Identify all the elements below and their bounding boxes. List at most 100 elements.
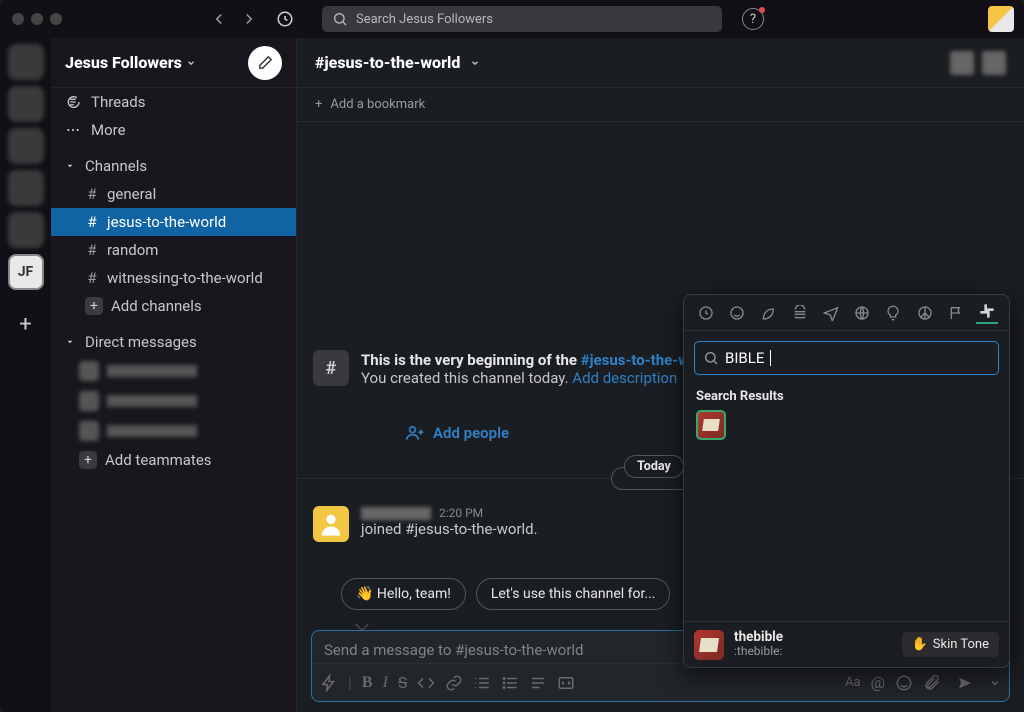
more-icon: [65, 122, 81, 138]
workspace-switch-5[interactable]: [8, 212, 44, 248]
codeblock-icon[interactable]: [557, 674, 575, 692]
caret-down-icon: [65, 161, 75, 171]
suggestion-hello[interactable]: 👋 Hello, team!: [341, 578, 466, 610]
channel-label: general: [107, 185, 156, 203]
dm-item[interactable]: [51, 416, 296, 446]
titlebar: Search Jesus Followers ?: [0, 0, 1024, 38]
add-channels[interactable]: + Add channels: [51, 292, 296, 320]
workspace-switch-3[interactable]: [8, 128, 44, 164]
user-avatar[interactable]: [988, 6, 1014, 32]
username[interactable]: [361, 507, 431, 520]
threads-link[interactable]: Threads: [51, 88, 296, 116]
chevron-down-icon[interactable]: [470, 58, 480, 68]
emoji-tab-recent[interactable]: [695, 302, 717, 324]
link-icon[interactable]: [445, 674, 463, 692]
plus-icon: +: [85, 297, 103, 315]
member-avatar[interactable]: [950, 51, 974, 75]
dm-avatar: [79, 391, 99, 411]
suggestion-purpose[interactable]: Let's use this channel for...: [476, 578, 671, 610]
mention-button[interactable]: @: [871, 673, 885, 692]
speech-tail: [355, 617, 369, 631]
intro-heading: This is the very beginning of the #jesus…: [361, 351, 698, 369]
workspace-name[interactable]: Jesus Followers: [65, 53, 182, 72]
channel-link[interactable]: #jesus-to-the-wo: [581, 351, 698, 369]
emoji-tab-objects[interactable]: [882, 302, 904, 324]
message-text: joined #jesus-to-the-world.: [361, 520, 538, 538]
channel-general[interactable]: #general: [51, 180, 296, 208]
add-teammates[interactable]: +Add teammates: [51, 446, 296, 474]
emoji-tab-travel[interactable]: [820, 302, 842, 324]
add-teammates-label: Add teammates: [105, 451, 212, 469]
channels-section[interactable]: Channels: [51, 152, 296, 180]
channel-witnessing[interactable]: #witnessing-to-the-world: [51, 264, 296, 292]
slack-icon: [979, 303, 995, 319]
leaf-icon: [760, 305, 776, 321]
forward-icon[interactable]: [240, 10, 258, 28]
emoji-preview: [694, 630, 724, 660]
bold-button[interactable]: B: [362, 674, 373, 692]
member-avatar[interactable]: [982, 51, 1006, 75]
emoji-search-input[interactable]: BIBLE: [694, 341, 999, 375]
dm-avatar: [79, 361, 99, 381]
emoji-button[interactable]: [895, 674, 913, 692]
attach-button[interactable]: [923, 674, 941, 692]
dm-item[interactable]: [51, 386, 296, 416]
smiley-icon: [729, 305, 745, 321]
add-workspace-button[interactable]: +: [8, 306, 44, 342]
back-icon[interactable]: [210, 10, 228, 28]
close-dot[interactable]: [12, 13, 24, 25]
clock-icon: [698, 305, 714, 321]
channel-jesus-to-the-world[interactable]: #jesus-to-the-world: [51, 208, 296, 236]
workspace-switch-2[interactable]: [8, 86, 44, 122]
emoji-tab-activities[interactable]: [851, 302, 873, 324]
history-icon[interactable]: [276, 10, 294, 28]
add-people-button[interactable]: Add people: [405, 423, 698, 443]
send-button[interactable]: [951, 671, 979, 695]
emoji-tab-nature[interactable]: [757, 302, 779, 324]
zoom-dot[interactable]: [50, 13, 62, 25]
emoji-name: thebible: [734, 630, 783, 645]
emoji-code: :thebible:: [734, 645, 783, 658]
skin-tone-button[interactable]: ✋ Skin Tone: [902, 632, 999, 657]
channel-avatar: #: [313, 350, 349, 386]
bible-emoji-icon: [702, 419, 720, 431]
add-description-link[interactable]: Add description: [572, 369, 677, 387]
format-button[interactable]: Aa: [845, 675, 861, 690]
workspace-switch-1[interactable]: [8, 44, 44, 80]
workspace-switch-4[interactable]: [8, 170, 44, 206]
global-search[interactable]: Search Jesus Followers: [322, 6, 722, 32]
bookmark-bar[interactable]: + Add a bookmark: [297, 88, 1024, 122]
search-placeholder: Search Jesus Followers: [356, 12, 493, 27]
compose-button[interactable]: [248, 46, 282, 80]
emoji-tab-custom[interactable]: [976, 302, 998, 324]
channel-title[interactable]: #jesus-to-the-world: [315, 53, 460, 72]
dm-item[interactable]: [51, 356, 296, 386]
search-results-label: Search Results: [684, 385, 1009, 410]
more-link[interactable]: More: [51, 116, 296, 144]
lightning-icon[interactable]: [320, 674, 338, 692]
add-channels-label: Add channels: [111, 297, 202, 315]
burger-icon: [792, 305, 808, 321]
workspace-switch-active[interactable]: JF: [8, 254, 44, 290]
dm-section[interactable]: Direct messages: [51, 328, 296, 356]
strike-button[interactable]: S: [398, 673, 408, 692]
emoji-tab-flags[interactable]: [945, 302, 967, 324]
help-button[interactable]: ?: [742, 8, 764, 30]
code-icon[interactable]: [417, 674, 435, 692]
emoji-tab-symbols[interactable]: [914, 302, 936, 324]
chevron-down-icon[interactable]: [989, 677, 1001, 689]
dm-avatar: [79, 421, 99, 441]
user-avatar[interactable]: [313, 506, 349, 542]
emoji-tab-food[interactable]: [789, 302, 811, 324]
italic-button[interactable]: I: [383, 674, 388, 692]
channel-random[interactable]: #random: [51, 236, 296, 264]
ordered-list-icon[interactable]: [473, 674, 491, 692]
minimize-dot[interactable]: [31, 13, 43, 25]
quote-icon[interactable]: [529, 674, 547, 692]
window-controls[interactable]: [12, 13, 62, 25]
emoji-result-thebible[interactable]: [696, 410, 726, 440]
bullet-list-icon[interactable]: [501, 674, 519, 692]
main-panel: #jesus-to-the-world + Add a bookmark # T: [297, 38, 1024, 712]
emoji-tab-smileys[interactable]: [726, 302, 748, 324]
emoji-picker: BIBLE Search Results thebible :thebible:: [683, 294, 1010, 668]
